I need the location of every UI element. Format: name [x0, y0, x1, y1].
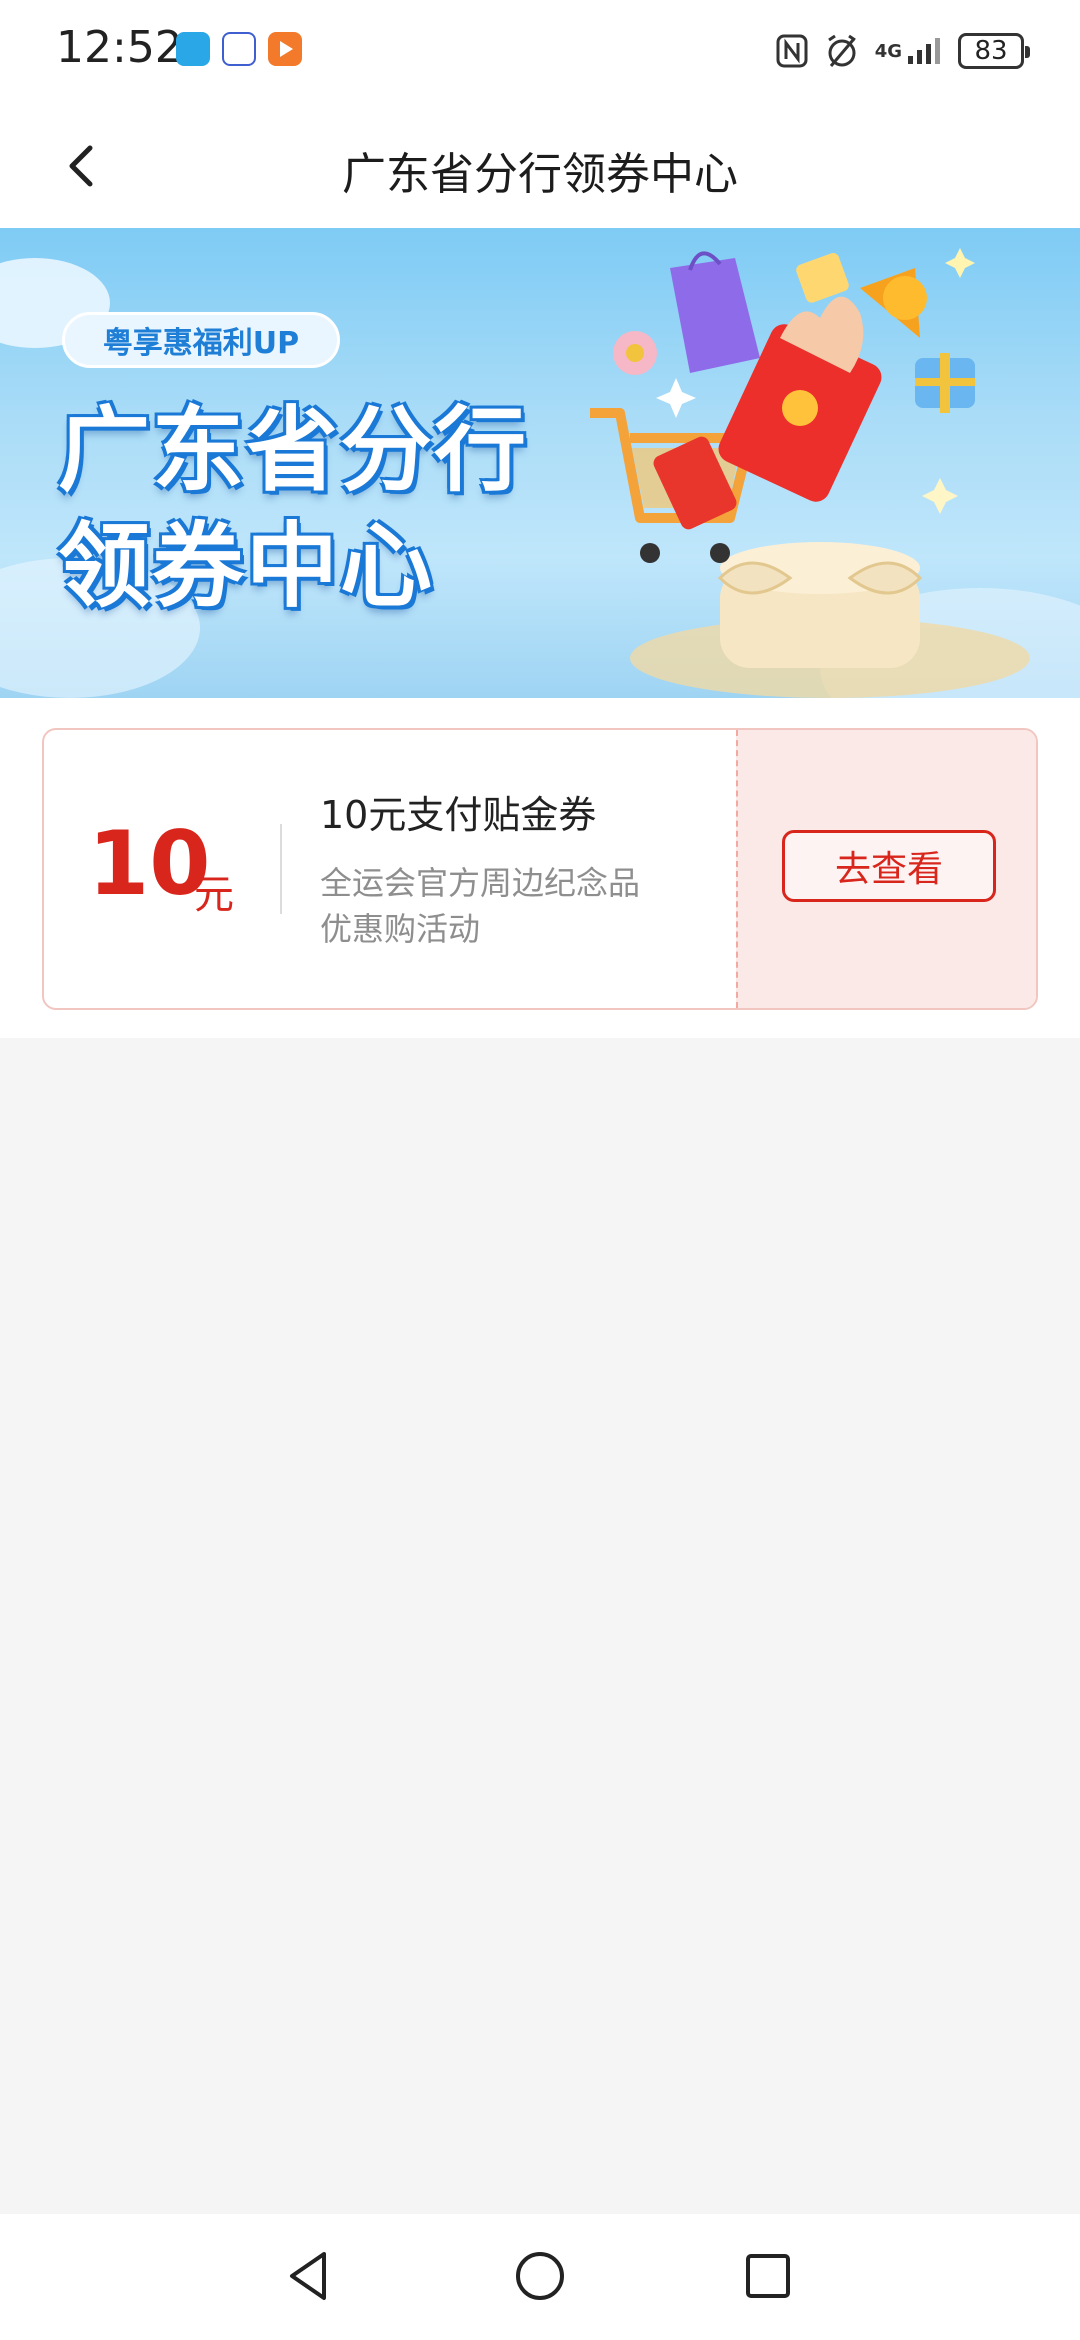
alarm-off-icon — [827, 34, 856, 67]
system-nav-bar — [0, 2214, 1080, 2340]
promo-banner[interactable]: 粤享惠福利UP 广东省分行 领券中心 — [0, 228, 1080, 698]
shopping-illustration — [590, 248, 1030, 698]
coupon-desc-line1: 全运会官方周边纪念品 — [320, 864, 641, 902]
coupon-description: 全运会官方周边纪念品 优惠购活动 — [320, 860, 640, 952]
coupon-list: 10 元 10元支付贴金券 全运会官方周边纪念品 优惠购活动 去查看 — [0, 698, 1080, 1038]
signal-icon — [908, 38, 940, 64]
status-indicators: 4G 83 — [775, 28, 1030, 74]
banner-tag: 粤享惠福利UP — [62, 312, 340, 368]
nav-back-icon[interactable] — [284, 2248, 334, 2304]
nfc-icon — [776, 34, 808, 68]
coupon-divider — [280, 824, 282, 914]
header-bar: 广东省分行领券中心 — [0, 104, 1080, 228]
banner-title-line2: 领券中心 — [58, 513, 435, 620]
network-type: 4G — [874, 40, 902, 62]
nav-recents-icon[interactable] — [744, 2252, 792, 2300]
status-time: 12:52 — [56, 22, 183, 73]
coupon-amount-unit: 元 — [194, 872, 234, 918]
page-title: 广东省分行领券中心 — [342, 149, 738, 200]
video-app-icon — [268, 32, 302, 66]
battery-indicator: 83 — [958, 33, 1030, 69]
coupon-amount: 10 — [88, 812, 211, 915]
status-bar: 12:52 4G 83 — [0, 0, 1080, 104]
bird-app-icon — [176, 32, 210, 66]
coupon-card[interactable]: 10 元 10元支付贴金券 全运会官方周边纪念品 优惠购活动 去查看 — [42, 728, 1038, 1010]
coupon-desc-line2: 优惠购活动 — [320, 910, 481, 948]
view-coupon-button[interactable]: 去查看 — [782, 830, 996, 902]
coupon-action-area: 去查看 — [736, 730, 1036, 1008]
banner-title-line1: 广东省分行 — [58, 397, 529, 504]
coupon-title: 10元支付贴金券 — [320, 793, 597, 837]
bank-app-icon — [222, 32, 256, 66]
nav-home-icon[interactable] — [514, 2250, 566, 2302]
